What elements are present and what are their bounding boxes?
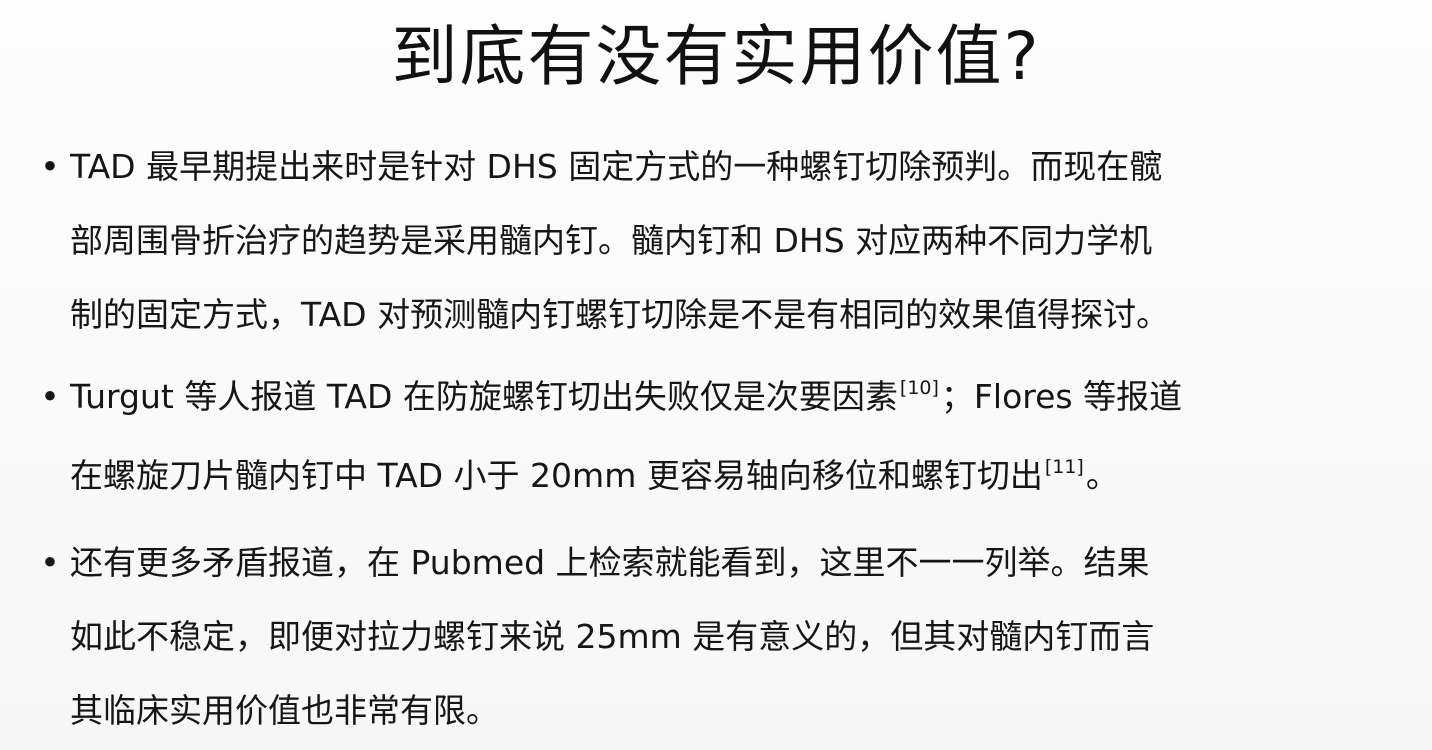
bullet-dot-icon: •: [40, 377, 60, 416]
bullet-text: ；Flores 等报道: [940, 377, 1183, 416]
bullet-text-line: Turgut 等人报道 TAD 在防旋螺钉切出失败仅是次要因素 [10]；Flor…: [70, 360, 1396, 439]
bullet-text-line: 部周围骨折治疗的趋势是采用髓内钉。髓内钉和 DHS 对应两种不同力学机: [70, 221, 1153, 260]
bullet-list: • TAD 最早期提出来时是针对 DHS 固定方式的一种螺钉切除预判。而现在髋 …: [36, 130, 1396, 750]
citation-ref: [10]: [899, 377, 939, 399]
slide: 到底有没有实用价值? • TAD 最早期提出来时是针对 DHS 固定方式的一种螺…: [0, 0, 1432, 750]
bullet-text-line: 其临床实用价值也非常有限。: [70, 691, 499, 730]
bullet-text-line: TAD 最早期提出来时是针对 DHS 固定方式的一种螺钉切除预判。而现在髋: [70, 147, 1163, 186]
bullet-text-line: 制的固定方式，TAD 对预测髓内钉螺钉切除是不是有相同的效果值得探讨。: [70, 295, 1170, 334]
bullet-item: • Turgut 等人报道 TAD 在防旋螺钉切出失败仅是次要因素 [10]；Fl…: [36, 360, 1396, 518]
bullet-text-line: 如此不稳定，即便对拉力螺钉来说 25mm 是有意义的，但其对髓内钉而言: [70, 617, 1155, 656]
citation-ref: [11]: [1044, 456, 1084, 478]
bullet-item: • 还有更多矛盾报道，在 Pubmed 上检索就能看到，这里不一一列举。结果 如…: [36, 526, 1396, 748]
bullet-dot-icon: •: [40, 543, 60, 582]
bullet-text-line: 还有更多矛盾报道，在 Pubmed 上检索就能看到，这里不一一列举。结果: [70, 543, 1150, 582]
slide-title: 到底有没有实用价值?: [391, 18, 1041, 95]
bullet-text: Turgut 等人报道 TAD 在防旋螺钉切出失败仅是次要因素: [70, 377, 898, 416]
bullet-dot-icon: •: [40, 147, 60, 186]
bullet-text: 在螺旋刀片髓内钉中 TAD 小于 20mm 更容易轴向移位和螺钉切出: [70, 456, 1043, 495]
bullet-text: 。: [1085, 456, 1119, 495]
bullet-text-line: 在螺旋刀片髓内钉中 TAD 小于 20mm 更容易轴向移位和螺钉切出 [11]。: [70, 439, 1396, 518]
bullet-item: • TAD 最早期提出来时是针对 DHS 固定方式的一种螺钉切除预判。而现在髋 …: [36, 130, 1396, 352]
